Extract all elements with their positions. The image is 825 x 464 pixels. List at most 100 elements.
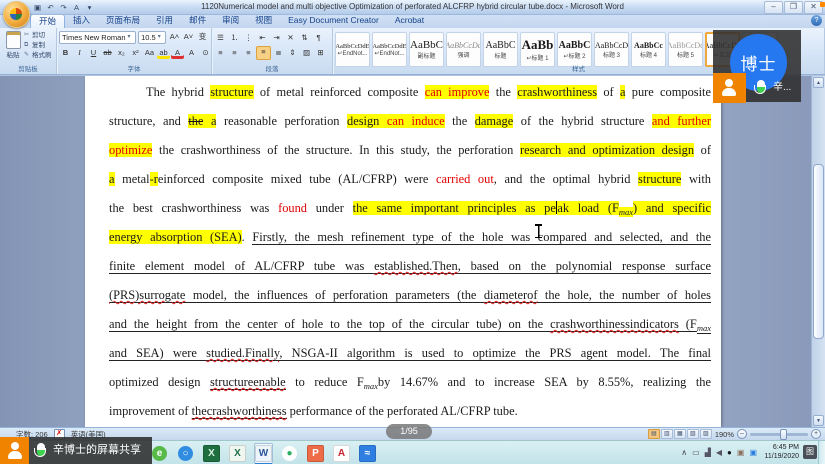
font-name-select[interactable]: Times New Roman▾ <box>59 31 136 44</box>
style-gallery-item-标题[interactable]: AaBbC标题 <box>483 32 518 67</box>
zoom-slider[interactable] <box>750 433 808 436</box>
line-spacing-button[interactable]: ⇕ <box>286 47 299 59</box>
copy-button[interactable]: ⧉复制 <box>24 41 52 50</box>
show-marks-button[interactable]: ¶ <box>312 32 325 44</box>
save-icon[interactable]: ▣ <box>32 2 43 13</box>
style-gallery-item-标题4[interactable]: AaBbCc标题 4 <box>631 32 666 67</box>
numbering-button[interactable]: ⒈ <box>228 32 241 44</box>
font-size-select[interactable]: 10.5▾ <box>138 31 166 44</box>
web-layout-view-button[interactable]: ▦ <box>674 429 686 439</box>
style-gallery-item-标题2[interactable]: AaBbC↵标题 2 <box>557 32 592 67</box>
char-border-button[interactable]: A <box>185 47 198 59</box>
outline-view-button[interactable]: ▧ <box>687 429 699 439</box>
print-layout-view-button[interactable]: ▤ <box>648 429 660 439</box>
tray-ime-icon[interactable]: 图 <box>803 445 817 459</box>
document-page[interactable]: The hybrid structure of metal reinforced… <box>85 76 721 427</box>
justify-button[interactable]: ≡ <box>256 46 271 60</box>
tray-volume-icon[interactable]: ◀ <box>716 441 722 464</box>
full-screen-view-button[interactable]: ▥ <box>661 429 673 439</box>
zoom-in-button[interactable]: + <box>811 429 821 439</box>
decrease-indent-button[interactable]: ⇤ <box>256 32 269 44</box>
align-left-button[interactable]: ≡ <box>214 47 227 59</box>
multilevel-list-button[interactable]: ⋮ <box>242 32 255 44</box>
tray-qq-icon[interactable]: ● <box>727 441 732 464</box>
zoom-slider-handle[interactable] <box>780 429 787 440</box>
show-desktop-button[interactable] <box>818 441 825 464</box>
tray-network-icon[interactable]: ▟ <box>705 441 711 464</box>
taskbar-app-blue[interactable]: ≈ <box>358 443 377 464</box>
strikethrough-button[interactable]: ab <box>101 47 114 59</box>
office-button[interactable] <box>3 1 30 28</box>
shrink-font-icon[interactable]: A˅ <box>182 31 195 43</box>
participant-video-tile[interactable] <box>713 73 746 103</box>
style-gallery-item-副标题[interactable]: AaBbC副标题 <box>409 32 444 67</box>
tab-Easy Document Creator[interactable]: Easy Document Creator <box>280 14 387 28</box>
highlight-button[interactable]: ab <box>157 47 170 59</box>
minimize-button[interactable]: – <box>764 1 783 14</box>
draft-view-button[interactable]: ▨ <box>700 429 712 439</box>
grow-font-icon[interactable]: A˄ <box>168 31 181 43</box>
taskbar-browser[interactable]: ○ <box>176 443 195 464</box>
customize-quick-access-icon[interactable]: ▾ <box>84 2 95 13</box>
align-center-button[interactable]: ≡ <box>228 47 241 59</box>
help-icon[interactable]: ? <box>811 15 822 26</box>
taskbar-clock[interactable]: 6:45 PM 11/19/2020 <box>764 443 799 461</box>
scroll-down-icon[interactable]: ▼ <box>813 415 824 426</box>
taskbar-powerpoint[interactable]: P <box>306 443 325 464</box>
style-gallery-item-标题5[interactable]: AaBbCcDd标题 5 <box>668 32 703 67</box>
style-gallery-item-标题1[interactable]: AaBb↵标题 1 <box>520 32 555 67</box>
style-gallery-item-EndNot[interactable]: AaBbCcDdE↵EndNot... <box>335 32 370 67</box>
tab-视图[interactable]: 视图 <box>247 14 280 28</box>
tab-插入[interactable]: 插入 <box>65 14 98 28</box>
superscript-button[interactable]: x² <box>129 47 142 59</box>
asian-layout-button[interactable]: ✕ <box>284 32 297 44</box>
vertical-scrollbar[interactable]: ▲ ▼ <box>811 76 825 427</box>
zoom-level[interactable]: 190% <box>715 430 734 439</box>
tray-app-icon[interactable]: ▣ <box>737 441 745 464</box>
cut-button[interactable]: ✂剪切 <box>24 31 52 40</box>
bullets-button[interactable]: ☰ <box>214 32 227 44</box>
tab-邮件[interactable]: 邮件 <box>181 14 214 28</box>
borders-button[interactable]: ⊞ <box>314 47 327 59</box>
tab-Acrobat[interactable]: Acrobat <box>387 14 432 28</box>
style-gallery-item-强调[interactable]: AaBbCcDd强调 <box>446 32 481 67</box>
distribute-button[interactable]: ≣ <box>272 47 285 59</box>
font-color-button[interactable]: A <box>171 47 184 59</box>
tab-审阅[interactable]: 审阅 <box>214 14 247 28</box>
format-painter-button[interactable]: ✎格式刷 <box>24 51 52 60</box>
tray-meeting-icon[interactable]: ▣ <box>749 441 757 464</box>
phonetic-guide-icon[interactable]: 变 <box>196 31 209 43</box>
sharer-tile[interactable] <box>0 437 29 464</box>
undo-icon[interactable]: ↶ <box>45 2 56 13</box>
sort-button[interactable]: ⇅ <box>298 32 311 44</box>
enclose-char-button[interactable]: ⊙ <box>199 47 212 59</box>
maximize-button[interactable]: ❐ <box>784 1 803 14</box>
taskbar-app-dark-green[interactable]: X <box>202 443 221 464</box>
font-color-icon[interactable]: A <box>71 2 82 13</box>
increase-indent-button[interactable]: ⇥ <box>270 32 283 44</box>
taskbar-app-green-circle[interactable]: ● <box>280 443 299 464</box>
microphone-icon[interactable] <box>757 80 765 93</box>
taskbar-excel[interactable]: X <box>228 443 247 464</box>
tray-expand-icon[interactable]: ∧ <box>681 441 687 464</box>
subscript-button[interactable]: x₂ <box>115 47 128 59</box>
scroll-up-icon[interactable]: ▲ <box>813 77 824 88</box>
italic-button[interactable]: I <box>73 47 86 59</box>
tab-页面布局[interactable]: 页面布局 <box>98 14 148 28</box>
change-case-button[interactable]: Aa <box>143 47 156 59</box>
style-gallery-item-EndNot[interactable]: AaBbCcDdE↵EndNot... <box>372 32 407 67</box>
bold-button[interactable]: B <box>59 47 72 59</box>
shading-button[interactable]: ▨ <box>300 47 313 59</box>
taskbar-acrobat[interactable]: A <box>332 443 351 464</box>
style-gallery-item-标题3[interactable]: AaBbCcD标题 3 <box>594 32 629 67</box>
align-right-button[interactable]: ≡ <box>242 47 255 59</box>
scrollbar-thumb[interactable] <box>813 164 824 339</box>
microphone-icon[interactable] <box>37 443 45 456</box>
taskbar-word[interactable]: W <box>254 443 273 464</box>
tab-引用[interactable]: 引用 <box>148 14 181 28</box>
underline-button[interactable]: U <box>87 47 100 59</box>
taskbar-ie[interactable]: e <box>150 443 169 464</box>
tray-computer-icon[interactable]: ▭ <box>692 441 700 464</box>
redo-icon[interactable]: ↷ <box>58 2 69 13</box>
tab-开始[interactable]: 开始 <box>30 14 65 28</box>
